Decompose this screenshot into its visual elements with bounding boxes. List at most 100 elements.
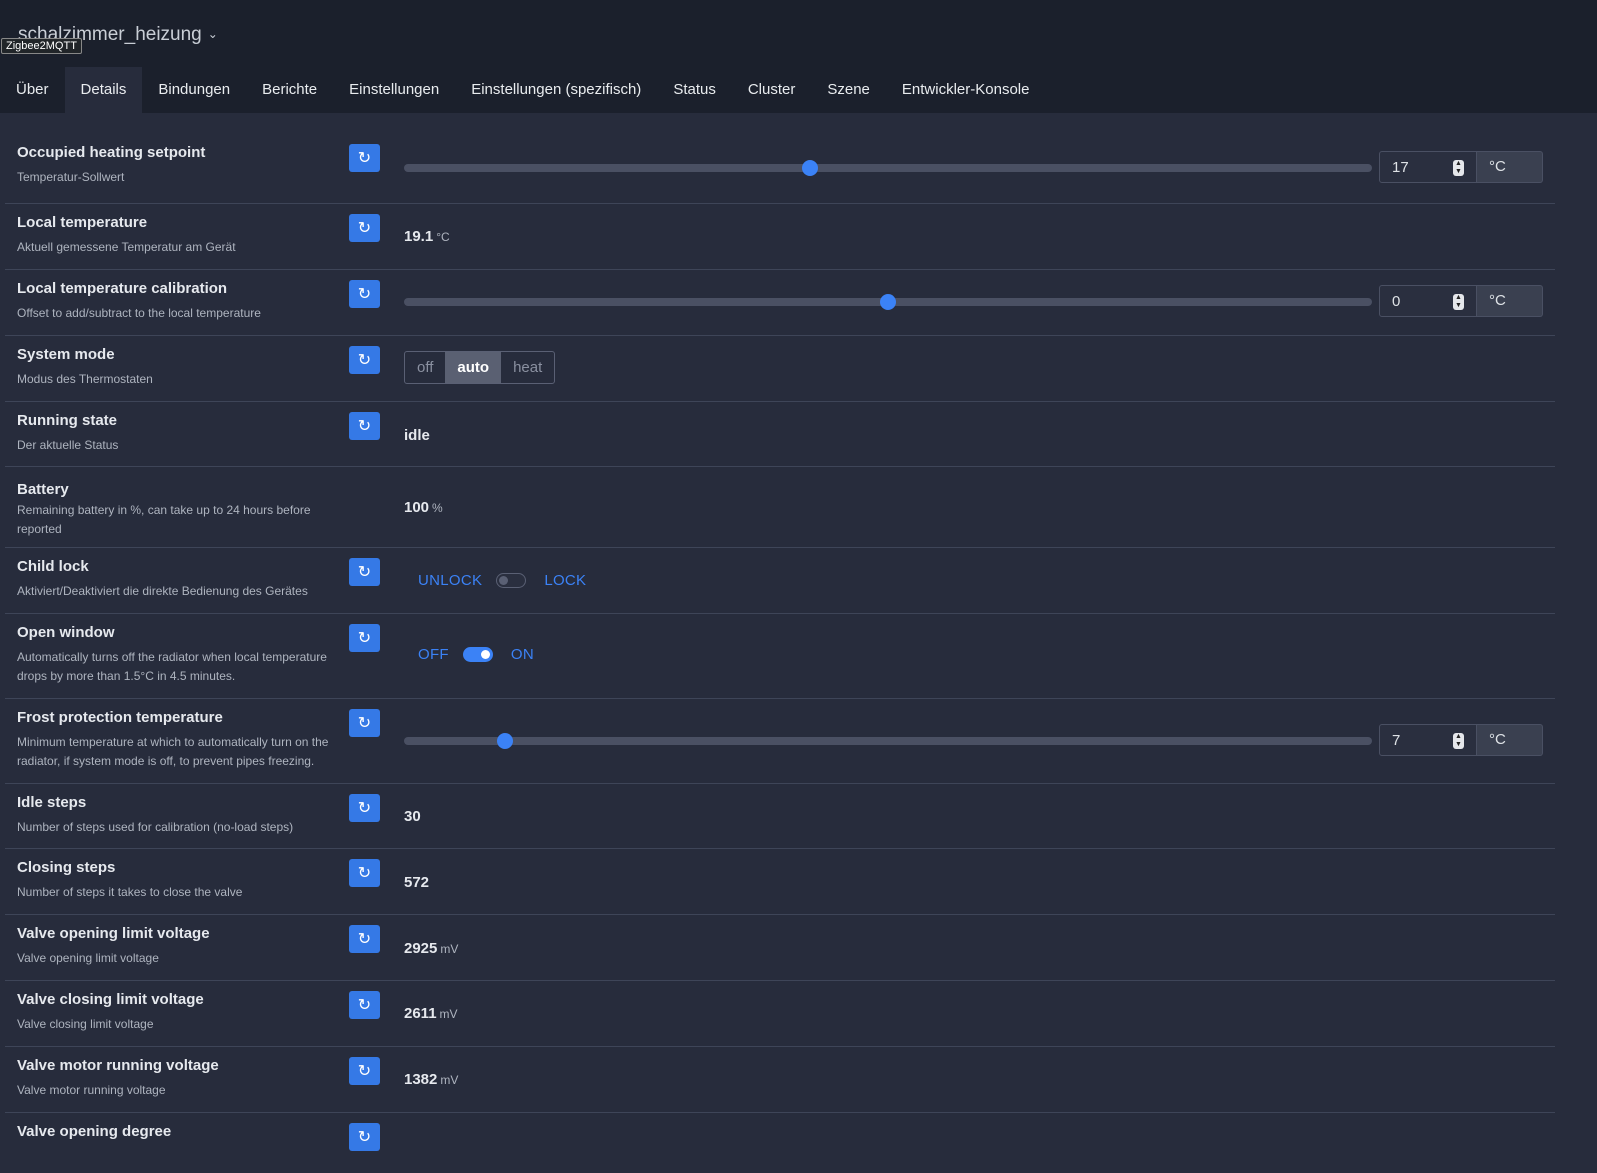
child-lock-toggle: UNLOCK LOCK — [418, 572, 586, 589]
tab-bar: Über Details Bindungen Berichte Einstell… — [0, 67, 1045, 113]
frost-input[interactable]: 7 ▲ ▼ — [1379, 724, 1477, 756]
unit-text: °C — [436, 230, 450, 244]
slider-thumb[interactable] — [802, 160, 818, 176]
row-label: Occupied heating setpoint — [17, 144, 206, 161]
row-local-temperature-calibration: Local temperature calibration Offset to … — [5, 270, 1555, 336]
row-description: Modus des Thermostaten — [17, 372, 153, 386]
refresh-icon: ↻ — [357, 931, 372, 948]
mode-auto-button[interactable]: auto — [445, 352, 502, 383]
tab-szene[interactable]: Szene — [811, 67, 886, 113]
row-valve-opening-limit-voltage: Valve opening limit voltage Valve openin… — [5, 915, 1555, 981]
row-closing-steps: Closing steps Number of steps it takes t… — [5, 849, 1555, 915]
spinner-icon[interactable]: ▲ ▼ — [1453, 733, 1464, 749]
unit-text: mV — [440, 942, 459, 956]
refresh-button[interactable]: ↻ — [349, 794, 380, 822]
toggle-off-label[interactable]: OFF — [418, 646, 449, 663]
refresh-button[interactable]: ↻ — [349, 280, 380, 308]
input-value: 7 — [1392, 732, 1401, 749]
refresh-icon: ↻ — [357, 150, 372, 167]
setpoint-input[interactable]: 17 ▲ ▼ — [1379, 151, 1477, 183]
value-text: 30 — [404, 808, 421, 825]
mode-heat-button[interactable]: heat — [501, 352, 554, 383]
toggle-on-label[interactable]: ON — [511, 646, 534, 663]
row-label: Running state — [17, 412, 117, 429]
row-local-temperature: Local temperature Aktuell gemessene Temp… — [5, 204, 1555, 270]
refresh-icon: ↻ — [357, 630, 372, 647]
refresh-button[interactable]: ↻ — [349, 144, 380, 172]
details-list: Occupied heating setpoint Temperatur-Sol… — [5, 134, 1555, 1173]
refresh-button[interactable]: ↻ — [349, 214, 380, 242]
value-text: idle — [404, 427, 430, 444]
toggle-on-label[interactable]: LOCK — [544, 572, 586, 589]
row-label: Closing steps — [17, 859, 116, 876]
tab-berichte[interactable]: Berichte — [246, 67, 333, 113]
tab-status[interactable]: Status — [657, 67, 732, 113]
row-description: Minimum temperature at which to automati… — [17, 735, 329, 768]
refresh-icon: ↻ — [357, 715, 372, 732]
tab-bindungen[interactable]: Bindungen — [142, 67, 246, 113]
row-label: Local temperature calibration — [17, 280, 228, 297]
refresh-icon: ↻ — [357, 564, 372, 581]
row-description: Valve opening limit voltage — [17, 951, 159, 965]
row-battery: Battery Remaining battery in %, can take… — [5, 467, 1555, 548]
refresh-icon: ↻ — [357, 865, 372, 882]
refresh-button[interactable]: ↻ — [349, 346, 380, 374]
refresh-button[interactable]: ↻ — [349, 859, 380, 887]
row-description: Offset to add/subtract to the local temp… — [17, 306, 261, 320]
refresh-icon: ↻ — [357, 800, 372, 817]
value-text: 2925 — [404, 940, 438, 957]
spinner-icon[interactable]: ▲ ▼ — [1453, 160, 1464, 176]
toggle-switch[interactable] — [496, 573, 527, 588]
value-text: 572 — [404, 874, 430, 891]
refresh-icon: ↻ — [357, 286, 372, 303]
refresh-button[interactable]: ↻ — [349, 1123, 380, 1151]
row-description: Automatically turns off the radiator whe… — [17, 650, 327, 683]
tab-cluster[interactable]: Cluster — [732, 67, 812, 113]
value-text: 19.1 — [404, 228, 434, 245]
row-valve-motor-running-voltage: Valve motor running voltage Valve motor … — [5, 1047, 1555, 1113]
row-description: Remaining battery in %, can take up to 2… — [17, 503, 311, 536]
tab-details[interactable]: Details — [64, 67, 143, 113]
row-label: Battery — [17, 481, 69, 498]
row-description: Der aktuelle Status — [17, 438, 119, 452]
refresh-button[interactable]: ↻ — [349, 991, 380, 1019]
refresh-button[interactable]: ↻ — [349, 412, 380, 440]
row-description: Temperatur-Sollwert — [17, 170, 125, 184]
toggle-off-label[interactable]: UNLOCK — [418, 572, 482, 589]
tab-entwickler-konsole[interactable]: Entwickler-Konsole — [886, 67, 1046, 113]
refresh-icon: ↻ — [357, 418, 372, 435]
row-frost-protection-temperature: Frost protection temperature Minimum tem… — [5, 699, 1555, 784]
tab-ueber[interactable]: Über — [0, 67, 65, 113]
row-description: Number of steps it takes to close the va… — [17, 885, 243, 899]
row-label: Valve motor running voltage — [17, 1057, 219, 1074]
setpoint-slider[interactable] — [404, 160, 1372, 176]
spinner-icon[interactable]: ▲ ▼ — [1453, 294, 1464, 310]
input-value: 0 — [1392, 293, 1401, 310]
toggle-switch[interactable] — [462, 647, 493, 662]
refresh-button[interactable]: ↻ — [349, 558, 380, 586]
refresh-button[interactable]: ↻ — [349, 925, 380, 953]
row-valve-opening-degree: Valve opening degree ↻ — [5, 1113, 1555, 1173]
calibration-input[interactable]: 0 ▲ ▼ — [1379, 285, 1477, 317]
row-description: Number of steps used for calibration (no… — [17, 820, 294, 834]
refresh-button[interactable]: ↻ — [349, 624, 380, 652]
row-label: Open window — [17, 624, 115, 641]
tooltip: Zigbee2MQTT — [1, 38, 82, 54]
row-system-mode: System mode Modus des Thermostaten ↻ off… — [5, 336, 1555, 402]
row-valve-closing-limit-voltage: Valve closing limit voltage Valve closin… — [5, 981, 1555, 1047]
row-description: Valve motor running voltage — [17, 1083, 166, 1097]
refresh-icon: ↻ — [357, 352, 372, 369]
slider-thumb[interactable] — [880, 294, 896, 310]
frost-slider[interactable] — [404, 733, 1372, 749]
mode-off-button[interactable]: off — [405, 352, 445, 383]
refresh-button[interactable]: ↻ — [349, 709, 380, 737]
calibration-slider[interactable] — [404, 294, 1372, 310]
slider-thumb[interactable] — [497, 733, 513, 749]
tab-einstellungen-spezifisch[interactable]: Einstellungen (spezifisch) — [455, 67, 657, 113]
value-text: 2611 — [404, 1005, 437, 1022]
row-label: Valve opening limit voltage — [17, 925, 210, 942]
tab-einstellungen[interactable]: Einstellungen — [333, 67, 455, 113]
refresh-icon: ↻ — [357, 1129, 372, 1146]
row-description: Aktuell gemessene Temperatur am Gerät — [17, 240, 236, 254]
refresh-button[interactable]: ↻ — [349, 1057, 380, 1085]
